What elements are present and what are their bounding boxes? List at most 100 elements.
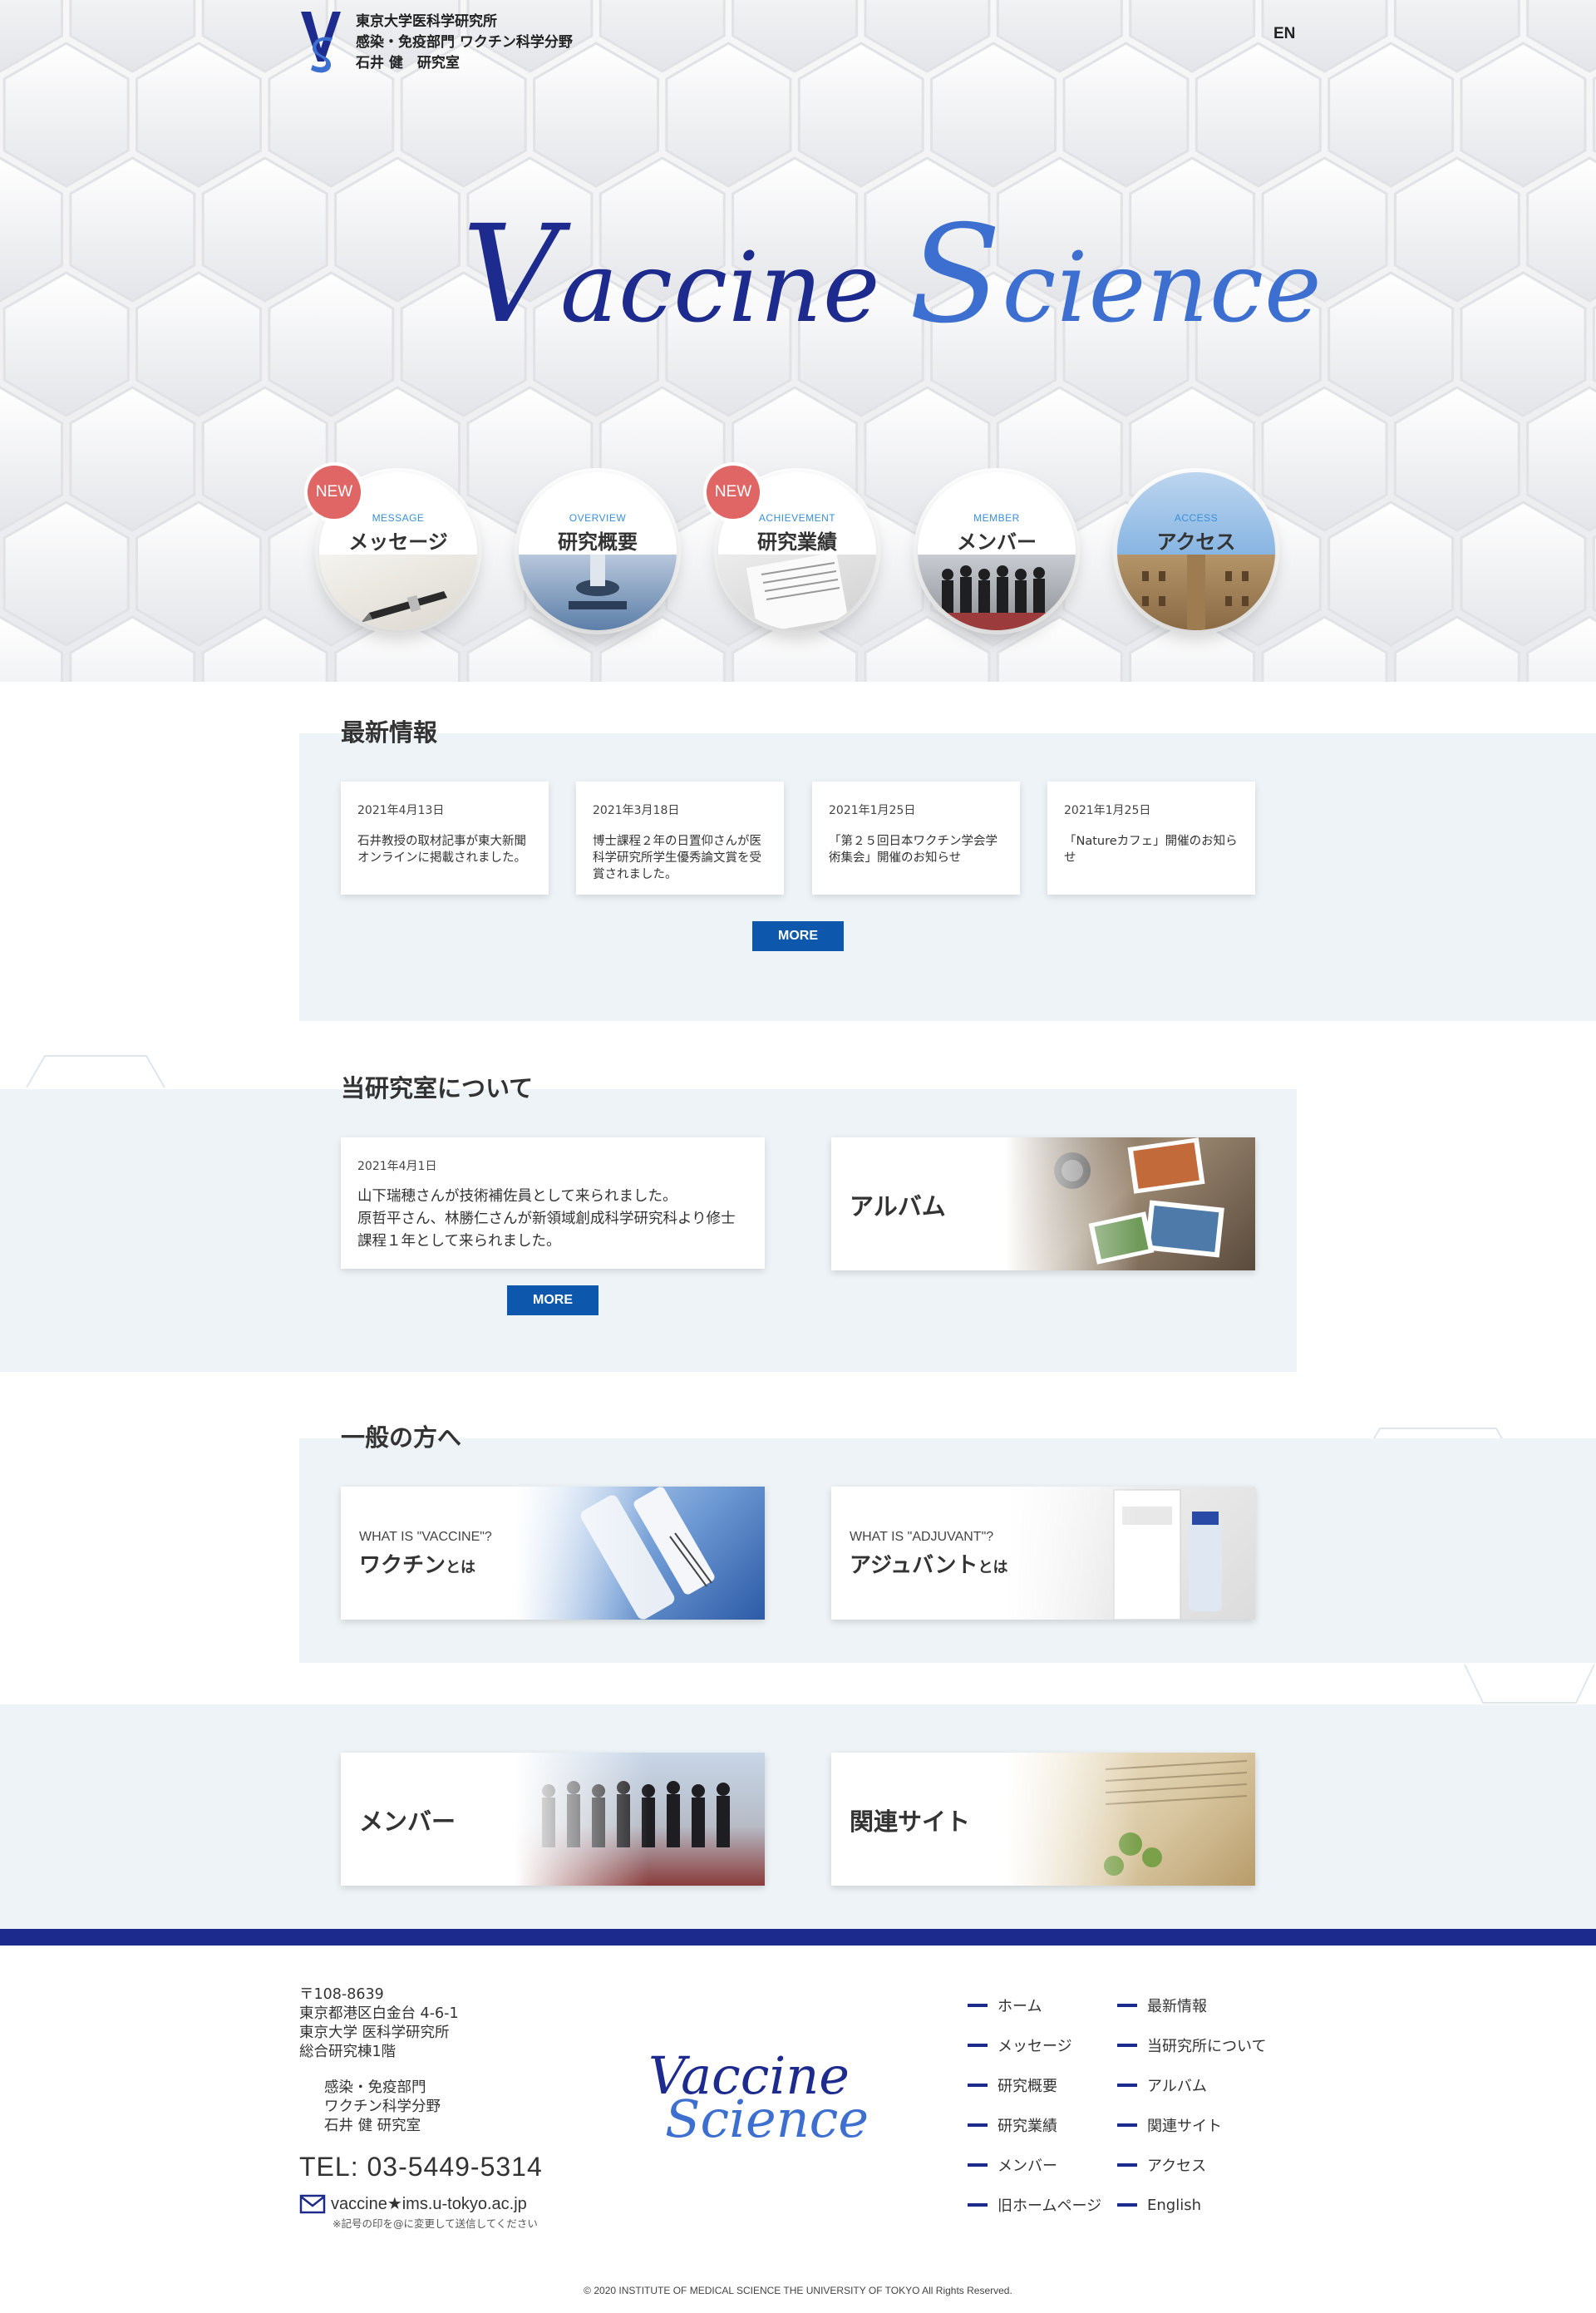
- hero-section: 東京大学医科学研究所 感染・免疫部門 ワクチン科学分野 石井 健 研究室 EN …: [0, 0, 1596, 682]
- dash-icon: [1117, 2084, 1137, 2087]
- footer-link-home[interactable]: ホーム: [968, 1985, 1101, 2025]
- dash-icon: [1117, 2004, 1137, 2007]
- footer-link-label: 当研究所について: [1147, 2038, 1267, 2055]
- footer-link-about[interactable]: 当研究所について: [1117, 2025, 1266, 2065]
- footer-link-achievement[interactable]: 研究業績: [968, 2105, 1101, 2145]
- vaccine-ja-main: ワクチン: [359, 1553, 446, 1578]
- album-label: アルバム: [850, 1192, 946, 1221]
- nav-circle-achievement[interactable]: ACHIEVEMENT 研究業績 NEW: [707, 466, 876, 630]
- member-label: メンバー: [359, 1807, 456, 1836]
- footer-link-label: アクセス: [1147, 2158, 1207, 2175]
- news-card[interactable]: 2021年1月25日 「Natureカフェ」開催のお知らせ: [1047, 782, 1255, 895]
- about-news-card[interactable]: 2021年4月1日 山下瑞穂さんが技術補佐員として来られました。 原哲平さん、林…: [341, 1137, 765, 1269]
- adjuvant-ja-label: アジュバントとは: [850, 1548, 1007, 1579]
- footer-link-label: メッセージ: [998, 2038, 1072, 2055]
- group-photo: [918, 554, 1076, 630]
- nav-circle-member[interactable]: MEMBER メンバー: [918, 472, 1076, 630]
- hexagon-tile: [201, 386, 328, 532]
- what-is-adjuvant-card[interactable]: WHAT IS "ADJUVANT"? アジュバントとは: [831, 1487, 1255, 1620]
- footer-link-label: 研究概要: [998, 2078, 1057, 2095]
- footer-link-message[interactable]: メッセージ: [968, 2025, 1101, 2065]
- footer-link-member[interactable]: メンバー: [968, 2145, 1101, 2185]
- microscope-icon: [569, 554, 627, 609]
- dash-icon: [968, 2163, 988, 2167]
- news-text: 石井教授の取材記事が東大新聞オンラインに掲載されました。: [357, 835, 526, 865]
- dash-icon: [968, 2004, 988, 2007]
- dash-icon: [1117, 2203, 1137, 2207]
- email-note: ※記号の印を@に変更して送信してください: [332, 2217, 538, 2230]
- footer-link-news[interactable]: 最新情報: [1117, 1985, 1266, 2025]
- nav-circle-access[interactable]: ACCESS アクセス: [1117, 472, 1275, 630]
- lab-name-line: 感染・免疫部門 ワクチン科学分野: [356, 34, 573, 51]
- hexagon-tile: [665, 42, 792, 188]
- nav-circle-message[interactable]: MESSAGE メッセージ NEW: [308, 466, 477, 630]
- hexagon-outline-decoration: [1464, 1664, 1595, 1704]
- hexagon-tile: [2, 271, 130, 417]
- related-fade: [1006, 1753, 1139, 1886]
- member-card[interactable]: メンバー: [341, 1753, 765, 1886]
- footer-link-related[interactable]: 関連サイト: [1117, 2105, 1266, 2145]
- pen-photo: [319, 554, 477, 630]
- footer-link-label: ホーム: [998, 1998, 1042, 2015]
- what-is-vaccine-card[interactable]: WHAT IS "VACCINE"? ワクチンとは: [341, 1487, 765, 1620]
- related-sites-card[interactable]: 関連サイト: [831, 1753, 1255, 1886]
- footer-link-label: 最新情報: [1147, 1998, 1207, 2015]
- dash-icon: [1117, 2044, 1137, 2047]
- news-card[interactable]: 2021年4月13日 石井教授の取材記事が東大新聞オンラインに掲載されました。: [341, 782, 549, 895]
- adjuvant-ja-suffix: とは: [978, 1559, 1008, 1576]
- hexagon-tile: [135, 501, 262, 647]
- news-date: 2021年4月13日: [357, 804, 445, 817]
- footer-link-album[interactable]: アルバム: [1117, 2065, 1266, 2105]
- hexagon-tile: [1328, 271, 1455, 417]
- footer-link-access[interactable]: アクセス: [1117, 2145, 1266, 2185]
- public-section-title: 一般の方へ: [341, 1423, 462, 1452]
- related-label: 関連サイト: [850, 1807, 971, 1836]
- hexagon-tile: [797, 42, 924, 188]
- address-line: 東京大学 医科学研究所: [299, 2024, 450, 2041]
- album-fade: [1006, 1137, 1139, 1270]
- document-icon: [746, 551, 849, 630]
- hero-title-word2: Science: [909, 208, 1323, 344]
- new-badge: NEW: [308, 466, 361, 519]
- hero-title-word1: Vaccine: [462, 208, 881, 344]
- footer-link-label: 研究業績: [998, 2118, 1057, 2135]
- hexagon-outline-decoration: [26, 1055, 165, 1088]
- nav-en-label: OVERVIEW: [569, 512, 627, 524]
- album-card[interactable]: アルバム: [831, 1137, 1255, 1270]
- news-more-button[interactable]: MORE: [752, 921, 844, 951]
- footer-link-old-homepage[interactable]: 旧ホームページ: [968, 2185, 1101, 2225]
- footer-link-overview[interactable]: 研究概要: [968, 2065, 1101, 2105]
- nav-circle-overview[interactable]: OVERVIEW 研究概要: [519, 472, 677, 630]
- footer-link-english[interactable]: English: [1117, 2185, 1266, 2225]
- about-news-text: 山下瑞穂さんが技術補佐員として来られました。 原哲平さん、林勝仁さんが新領域創成…: [357, 1186, 748, 1253]
- hexagon-tile: [69, 156, 196, 303]
- hexagon-tile: [1526, 156, 1596, 303]
- footer-nav-column-2: 最新情報 当研究所について アルバム 関連サイト アクセス English: [1117, 1985, 1266, 2225]
- hexagon-tile: [930, 42, 1057, 188]
- links-panel: [0, 1704, 1596, 1929]
- dash-icon: [1117, 2163, 1137, 2167]
- vaccine-ja-label: ワクチンとは: [359, 1548, 475, 1579]
- news-card[interactable]: 2021年1月25日 「第２５回日本ワクチン学会学術集会」開催のお知らせ: [812, 782, 1020, 895]
- news-text: 「第２５回日本ワクチン学会学術集会」開催のお知らせ: [829, 835, 998, 865]
- hero-title-cap-v: V: [462, 197, 560, 353]
- about-more-button[interactable]: MORE: [507, 1285, 598, 1315]
- news-card[interactable]: 2021年3月18日 博士課程２年の日置仰さんが医科学研究所学生優秀論文賞を受賞…: [576, 782, 784, 895]
- lab-logo[interactable]: 東京大学医科学研究所 感染・免疫部門 ワクチン科学分野 石井 健 研究室: [299, 10, 573, 75]
- footer-link-label: メンバー: [998, 2158, 1057, 2175]
- department-line: 石井 健 研究室: [324, 2118, 421, 2134]
- hero-title-rest-1: accine: [560, 232, 881, 344]
- footer-link-label: アルバム: [1147, 2078, 1207, 2095]
- about-news-line: 原哲平さん、林勝仁さんが新領域創成科学研究科より修士: [357, 1211, 736, 1227]
- circle-navigation: MESSAGE メッセージ NEW OVERVIEW 研究概要 ACHIEVEM…: [308, 466, 1317, 630]
- vs-logo-mark: [301, 12, 341, 73]
- hexagon-tile: [2, 42, 130, 188]
- vaccine-fade: [515, 1487, 648, 1620]
- mail-icon: [299, 2194, 326, 2213]
- nav-ja-label: アクセス: [1156, 530, 1236, 554]
- hexagon-tile: [201, 156, 328, 303]
- english-language-link[interactable]: EN: [1273, 25, 1295, 43]
- footer-email[interactable]: vaccine★ims.u-tokyo.ac.jp: [299, 2193, 527, 2214]
- hexagon-tile: [1393, 386, 1520, 532]
- microscope-photo: [519, 554, 677, 630]
